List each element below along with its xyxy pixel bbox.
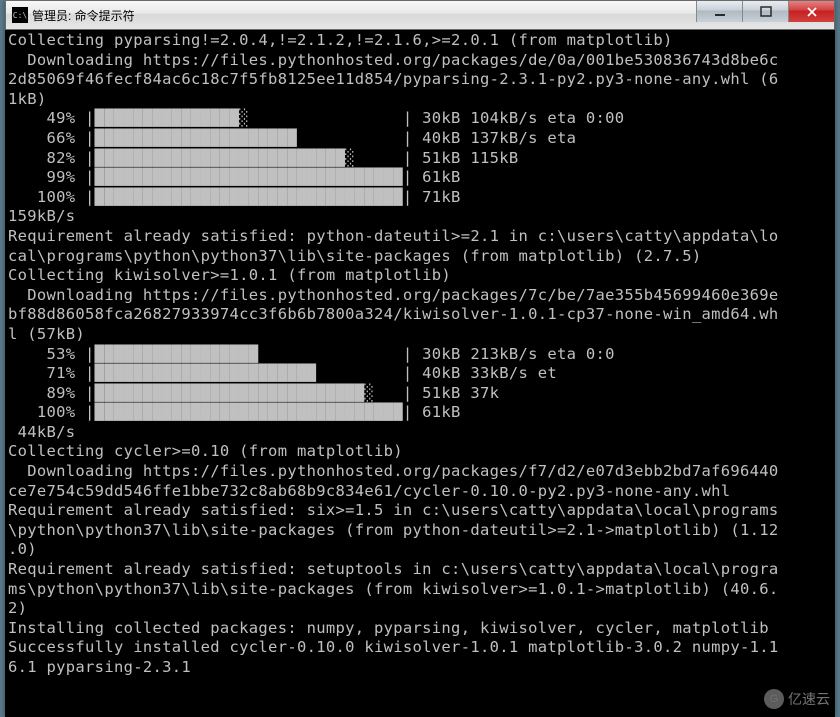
- window-controls: [696, 1, 834, 22]
- titlebar[interactable]: C:\ 管理员: 命令提示符: [5, 0, 835, 30]
- close-icon: [806, 6, 818, 18]
- minimize-button[interactable]: [696, 1, 742, 22]
- cmd-icon: C:\: [12, 7, 28, 23]
- watermark-icon: G: [764, 689, 784, 709]
- watermark-text: 亿速云: [788, 689, 830, 709]
- window-title: 管理员: 命令提示符: [32, 7, 135, 24]
- maximize-button[interactable]: [742, 1, 788, 22]
- command-prompt-window: C:\ 管理员: 命令提示符 Collecting pyparsing!=2.0…: [5, 0, 835, 717]
- watermark: G 亿速云: [764, 689, 830, 709]
- maximize-icon: [760, 6, 772, 18]
- close-button[interactable]: [788, 1, 834, 22]
- terminal-output[interactable]: Collecting pyparsing!=2.0.4,!=2.1.2,!=2.…: [5, 30, 835, 717]
- minimize-icon: [714, 6, 726, 18]
